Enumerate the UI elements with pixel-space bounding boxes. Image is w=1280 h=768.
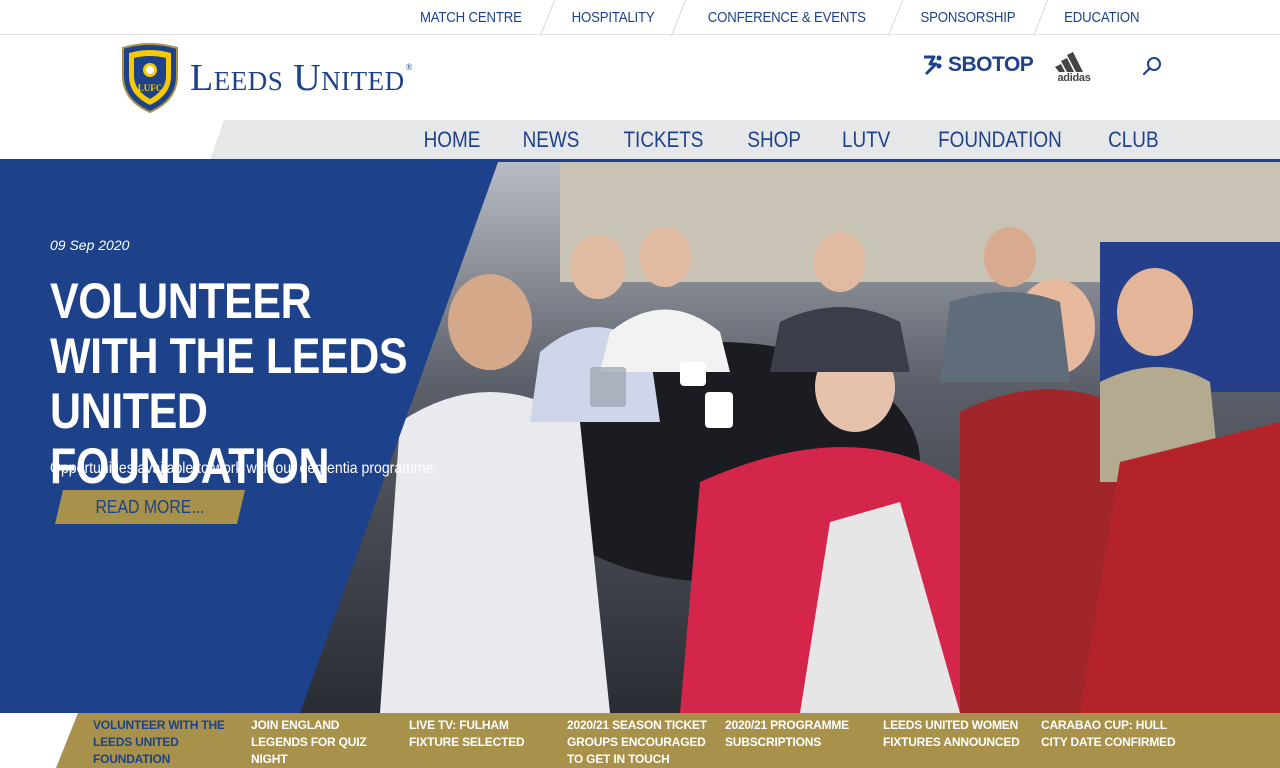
top-utility-bar: MATCH CENTRE HOSPITALITY CONFERENCE & EV… [0, 0, 1280, 37]
sponsor-name: SBOTOP [948, 53, 1034, 76]
ticker-item[interactable]: JOIN ENGLAND LEGENDS FOR QUIZ NIGHT [251, 717, 409, 768]
top-link-match-centre[interactable]: MATCH CENTRE [404, 9, 537, 26]
ticker-item[interactable]: LEEDS UNITED WOMEN FIXTURES ANNOUNCED [883, 717, 1041, 768]
read-more-button[interactable]: READ MORE... [55, 490, 245, 524]
brand-wordmark: Leeds United® [190, 57, 413, 99]
ticker-item[interactable]: LIVE TV: FULHAM FIXTURE SELECTED [409, 717, 567, 768]
nav-item-foundation[interactable]: FOUNDATION [938, 127, 1062, 153]
sponsor-logo[interactable]: SBOTOP [922, 52, 1034, 78]
top-link-hospitality[interactable]: HOSPITALITY [556, 9, 671, 26]
top-link-education[interactable]: EDUCATION [1048, 9, 1155, 26]
club-crest-icon: LUFC [122, 43, 178, 114]
adidas-stripes-icon [1055, 52, 1083, 72]
top-link-divider [539, 0, 556, 37]
search-icon [1142, 57, 1161, 76]
kit-partner-logo[interactable]: adidas [1051, 50, 1097, 84]
top-link-divider [1031, 0, 1049, 37]
crest-lettering: LUFC [138, 83, 163, 93]
top-link-divider [670, 0, 687, 37]
top-link-conference-events[interactable]: CONFERENCE & EVENTS [692, 9, 882, 26]
search-button[interactable] [1140, 54, 1164, 78]
sponsor-mark-icon [924, 55, 942, 76]
top-links: MATCH CENTRE HOSPITALITY CONFERENCE & EV… [395, 0, 1162, 37]
nav-item-shop[interactable]: SHOP [747, 127, 801, 153]
ticker-item[interactable]: CARABAO CUP: HULL CITY DATE CONFIRMED [1041, 717, 1199, 768]
top-link-divider [887, 0, 904, 37]
site-header: LUFC Leeds United® SBOTOP adidas [0, 36, 1280, 120]
read-more-label: READ MORE... [95, 496, 205, 517]
site-logo[interactable]: LUFC Leeds United® [120, 42, 413, 114]
nav-item-news[interactable]: NEWS [523, 127, 580, 153]
ticker-item[interactable]: 2020/21 SEASON TICKET GROUPS ENCOURAGED … [567, 717, 725, 768]
news-ticker: VOLUNTEER WITH THE LEEDS UNITED FOUNDATI… [0, 713, 1280, 768]
ticker-item[interactable]: VOLUNTEER WITH THE LEEDS UNITED FOUNDATI… [93, 717, 251, 768]
hero-banner[interactable]: 09 Sep 2020 VOLUNTEER WITH THE LEEDS UNI… [0, 162, 1280, 713]
main-nav: HOME NEWS TICKETS SHOP LUTV FOUNDATION C… [386, 120, 1163, 167]
nav-item-lutv[interactable]: LUTV [842, 127, 890, 153]
news-ticker-items: VOLUNTEER WITH THE LEEDS UNITED FOUNDATI… [93, 717, 1199, 768]
nav-item-tickets[interactable]: TICKETS [623, 127, 703, 153]
kit-partner-name: adidas [1057, 72, 1091, 84]
hero-subtitle: Opportunities available to work with our… [50, 460, 438, 477]
top-link-sponsorship[interactable]: SPONSORSHIP [904, 9, 1031, 26]
nav-item-home[interactable]: HOME [424, 127, 480, 167]
ticker-item[interactable]: 2020/21 PROGRAMME SUBSCRIPTIONS [725, 717, 883, 768]
nav-item-club[interactable]: CLUB [1108, 127, 1158, 153]
hero-date: 09 Sep 2020 [50, 237, 130, 253]
